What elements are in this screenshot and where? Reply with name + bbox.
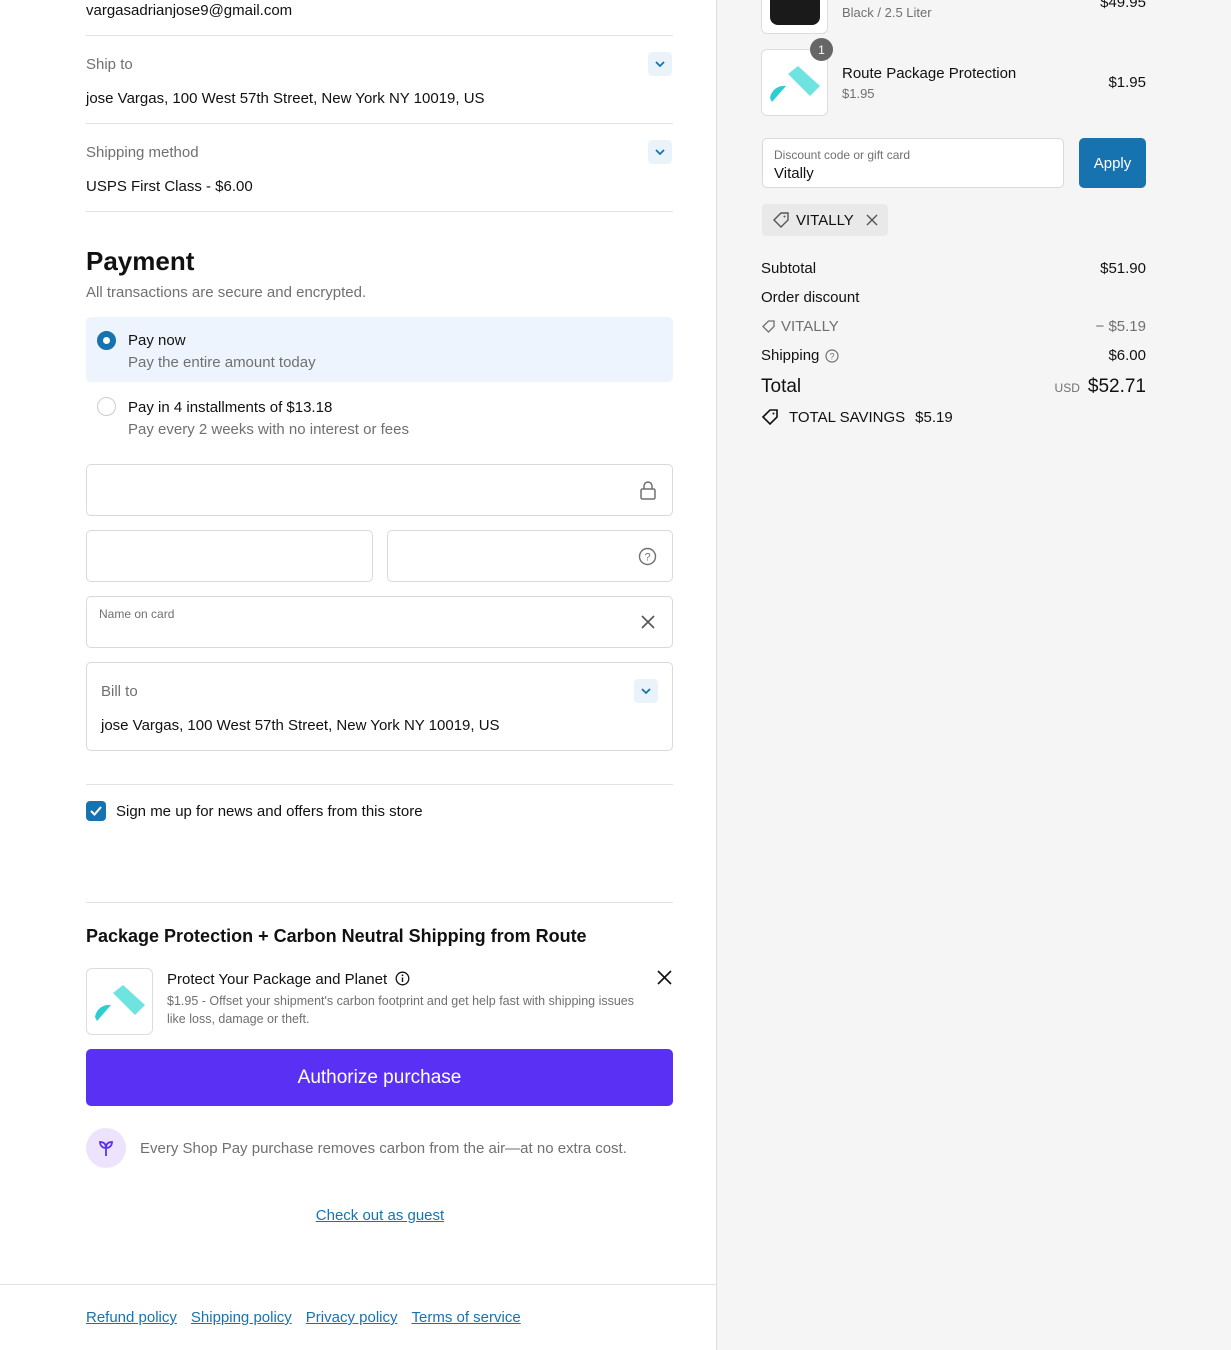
card-number-field[interactable] [86,464,673,516]
ship-to-label: Ship to [86,56,133,73]
product-price: $49.95 [1100,0,1146,11]
leaf-icon [86,1128,126,1168]
total-value: $52.71 [1087,376,1146,397]
subtotal-value: $51.90 [1100,260,1146,277]
shipping-policy-link[interactable]: Shipping policy [191,1309,292,1326]
savings-label: TOTAL SAVINGS [789,408,906,426]
subtotal-label: Subtotal [761,260,817,277]
route-item-name: Route Package Protection [842,65,1017,82]
pay-installments-radio[interactable] [97,397,116,416]
bill-to-chevron-down-icon[interactable] [634,679,658,703]
shipping-row: Shipping? $6.00 [761,347,1146,364]
shipping-method-value: USPS First Class - $6.00 [86,178,253,195]
divider [86,902,673,903]
tag-icon [762,320,775,333]
total-label: Total [761,376,802,397]
subtotal-row: Subtotal $51.90 [761,260,1146,277]
newsletter-label: Sign me up for news and offers from this… [116,803,423,820]
shipping-label: Shipping [761,347,820,364]
divider [86,35,673,36]
contact-email: vargasadrianjose9@gmail.com [86,2,293,19]
divider [86,123,673,124]
refund-policy-link[interactable]: Refund policy [86,1309,177,1326]
applied-discount-tag: VITALLY [762,204,888,236]
bill-to-label: Bill to [101,683,138,700]
footer-links: Refund policy Shipping policy Privacy po… [86,1309,521,1326]
quantity-badge: 1 [810,38,833,61]
svg-text:?: ? [830,351,835,361]
route-logo [86,968,153,1035]
help-icon[interactable]: ? [825,348,839,363]
route-title: Package Protection + Carbon Neutral Ship… [86,926,587,946]
expiration-field[interactable] [86,530,373,582]
product-thumbnail [761,0,828,34]
route-item-title-text: Protect Your Package and Planet [167,971,388,988]
svg-text:?: ? [644,552,650,564]
apply-button[interactable]: Apply [1079,138,1146,188]
product-variant: Black / 2.5 Liter [842,5,932,20]
bill-to-value: jose Vargas, 100 West 57th Street, New Y… [101,717,500,734]
name-on-card-field[interactable]: Name on card [86,596,673,648]
terms-of-service-link[interactable]: Terms of service [412,1309,521,1326]
authorize-purchase-button[interactable]: Authorize purchase [86,1049,673,1106]
discount-value: Vitally [774,165,814,182]
shipping-method-label: Shipping method [86,144,199,161]
pay-now-radio[interactable] [97,331,116,350]
privacy-policy-link[interactable]: Privacy policy [306,1309,398,1326]
shipping-method-chevron-down-icon[interactable] [648,140,672,164]
info-icon[interactable] [395,971,410,986]
help-icon[interactable]: ? [638,547,657,566]
payment-subtitle: All transactions are secure and encrypte… [86,284,367,301]
order-discount-row: Order discount [761,289,1146,306]
newsletter-checkbox[interactable] [86,801,106,821]
pay-now-sub: Pay the entire amount today [128,354,316,371]
order-summary [717,0,1231,1350]
pay-installments-label: Pay in 4 installments of $13.18 [128,399,333,416]
bill-to-section: Bill to jose Vargas, 100 West 57th Stree… [86,662,673,751]
route-item-sub: $1.95 [842,86,875,101]
route-item-title: Protect Your Package and Planet [167,971,410,988]
ship-to-chevron-down-icon[interactable] [648,52,672,76]
shop-pay-note: Every Shop Pay purchase removes carbon f… [140,1140,627,1157]
order-discount-label: Order discount [761,289,860,306]
remove-discount-icon[interactable] [866,214,878,226]
pay-installments-option[interactable]: Pay in 4 installments of $13.18 Pay ever… [86,384,673,446]
discount-label: Discount code or gift card [774,148,911,162]
footer-divider [0,1284,717,1285]
payment-title: Payment [86,246,195,276]
divider [86,211,673,212]
total-savings: TOTAL SAVINGS $5.19 [761,408,953,426]
route-item-desc: $1.95 - Offset your shipment's carbon fo… [167,994,635,1026]
currency: USD [1054,381,1080,395]
discount-amount: − $5.19 [1095,318,1146,335]
savings-value: $5.19 [915,408,953,426]
lock-icon [640,481,656,500]
close-icon[interactable] [657,970,672,985]
savings-tag-icon [761,409,778,426]
total-row: Total USD $52.71 [761,376,1146,398]
security-code-field[interactable]: ? [387,530,673,582]
applied-code: VITALLY [796,211,854,229]
discount-code: VITALLY [781,318,839,335]
pay-now-label: Pay now [128,332,186,349]
divider [86,784,673,785]
pay-installments-sub: Pay every 2 weeks with no interest or fe… [128,421,409,438]
shipping-value: $6.00 [1108,347,1146,364]
discount-code-input[interactable]: Discount code or gift card Vitally [762,138,1064,188]
name-on-card-placeholder: Name on card [99,607,175,621]
route-item-price: $1.95 [1108,74,1146,91]
check-out-as-guest-link[interactable]: Check out as guest [0,1207,760,1224]
discount-code-row: VITALLY − $5.19 [761,318,1146,335]
checkout-main: vargasadrianjose9@gmail.com Ship to jose… [0,0,717,1350]
clear-icon[interactable] [641,615,655,629]
tag-icon [773,212,789,228]
pay-now-option[interactable]: Pay now Pay the entire amount today [86,317,673,382]
ship-to-value: jose Vargas, 100 West 57th Street, New Y… [86,90,485,107]
